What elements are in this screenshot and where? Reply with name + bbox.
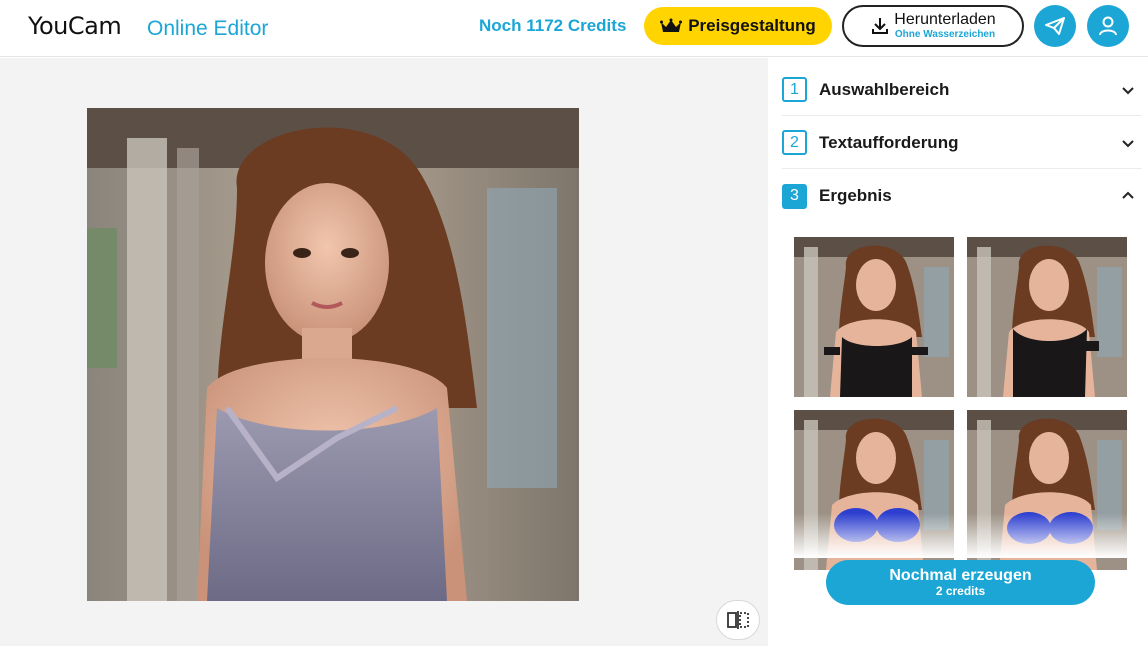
brand-subtitle: Online Editor [147, 17, 269, 40]
crown-icon [660, 18, 683, 32]
send-button[interactable] [1034, 5, 1076, 47]
chevron-up-icon [1122, 191, 1134, 199]
step-label: Ergebnis [819, 186, 892, 205]
step-label: Textaufforderung [819, 132, 959, 152]
step-number: 1 [782, 77, 807, 102]
download-icon [872, 18, 889, 34]
pricing-button[interactable]: Preisgestaltung [644, 7, 832, 45]
step-number: 3 [782, 183, 807, 209]
chevron-down-icon [1122, 86, 1134, 94]
regenerate-label: Nochmal erzeugen [889, 566, 1032, 584]
regenerate-cost: 2 credits [935, 583, 986, 598]
credits-remaining: Noch 1172 Credits [479, 16, 627, 35]
step-result[interactable]: 3 Ergebnis [782, 170, 1142, 222]
user-icon [1099, 16, 1117, 36]
top-bar: YouCam Online Editor Noch 1172 Credits P… [0, 0, 1148, 57]
paper-plane-icon [1045, 17, 1065, 35]
chevron-down-icon [1122, 139, 1134, 147]
step-number: 2 [782, 130, 807, 155]
brand-logo: YouCam [28, 12, 122, 40]
editor-canvas [0, 58, 768, 646]
regenerate-button[interactable]: Nochmal erzeugen 2 credits [826, 560, 1095, 605]
result-thumbnail[interactable] [794, 237, 954, 397]
account-button[interactable] [1087, 5, 1129, 47]
results-fade-overlay [788, 513, 1128, 558]
download-sublabel: Ohne Wasserzeichen [894, 29, 996, 40]
result-thumbnail[interactable] [967, 237, 1127, 397]
download-button[interactable]: Herunterladen Ohne Wasserzeichen [842, 5, 1024, 47]
compare-button[interactable] [716, 600, 760, 640]
step-text-prompt[interactable]: 2 Textaufforderung [782, 117, 1142, 169]
main-photo [87, 108, 579, 601]
step-label: Auswahlbereich [819, 79, 950, 99]
pricing-label: Preisgestaltung [688, 16, 816, 35]
settings-panel: 1 Auswahlbereich 2 Textaufforderung 3 Er… [768, 58, 1148, 646]
compare-split-icon [727, 611, 749, 629]
step-selection-area[interactable]: 1 Auswahlbereich [782, 64, 1142, 116]
download-label: Herunterladen [894, 11, 996, 28]
